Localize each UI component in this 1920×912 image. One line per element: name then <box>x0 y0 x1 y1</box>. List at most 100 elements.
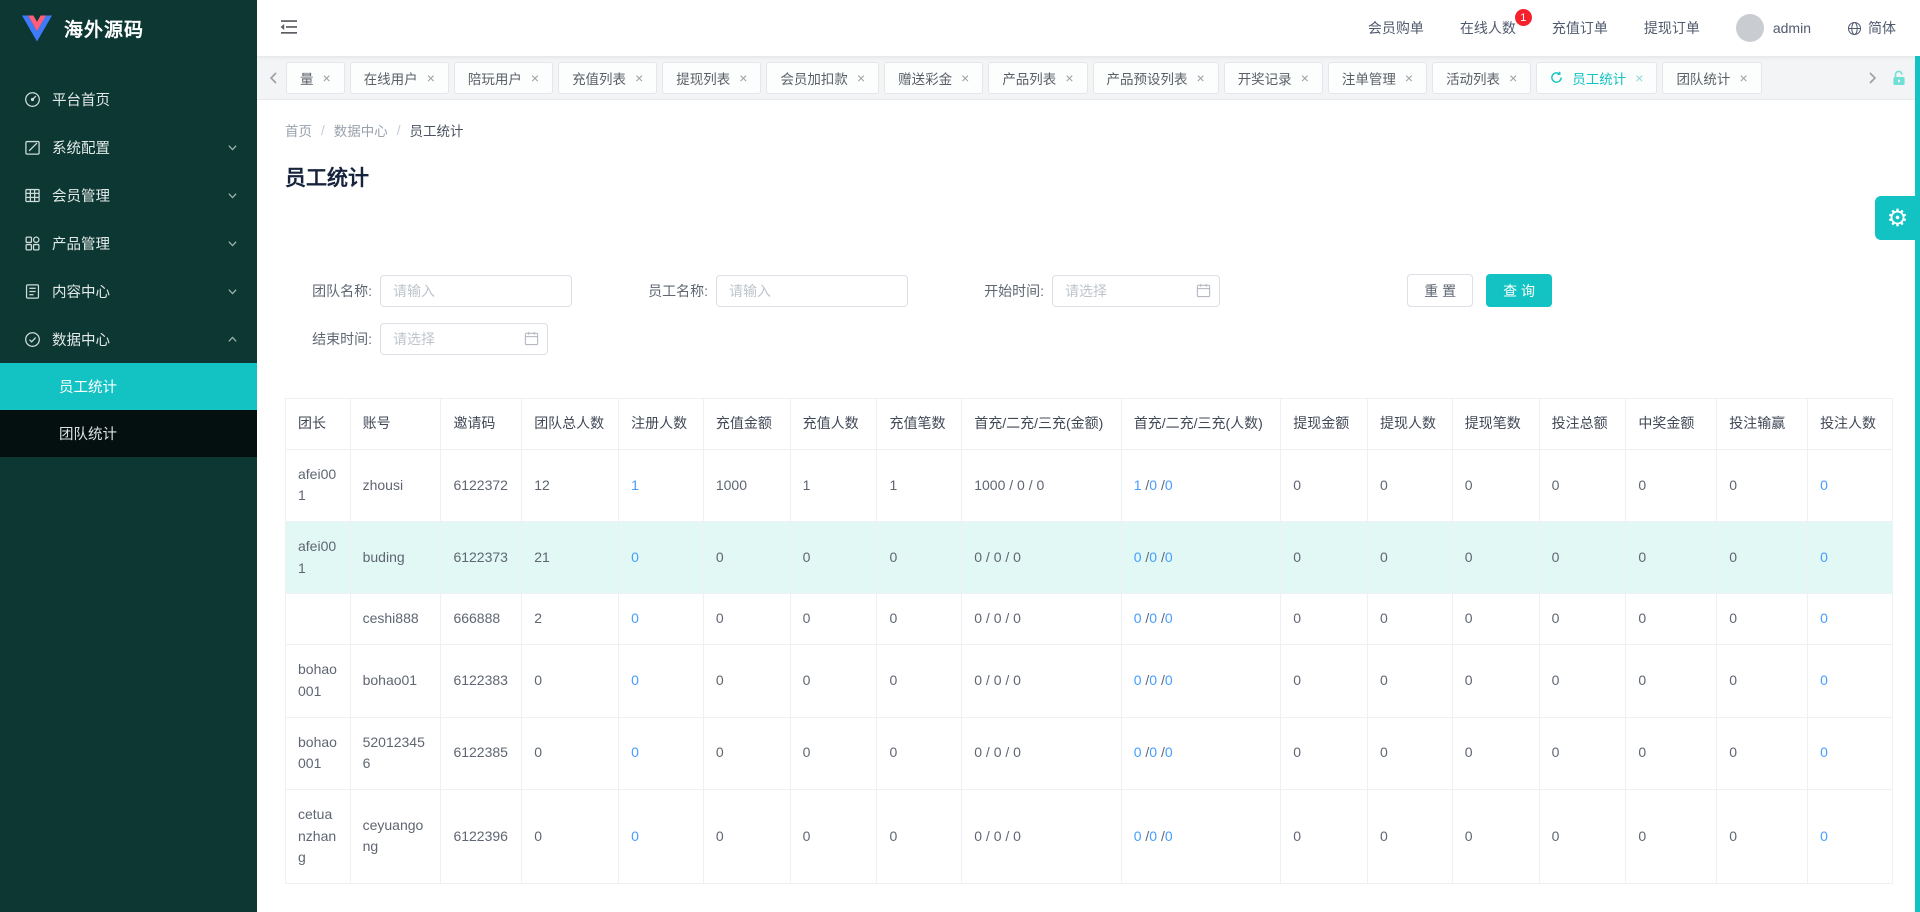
brand[interactable]: 海外源码 <box>0 0 257 56</box>
sidebar-item-平台首页[interactable]: 平台首页 <box>0 75 257 123</box>
submenu-item-员工统计[interactable]: 员工统计 <box>0 363 257 410</box>
close-icon[interactable]: × <box>1405 71 1413 85</box>
topnav-link-充值订单[interactable]: 充值订单 <box>1552 18 1608 38</box>
cell-邀请码: 666888 <box>441 594 522 645</box>
cell-link[interactable]: 0 <box>1820 744 1828 760</box>
close-icon[interactable]: × <box>739 71 747 85</box>
cell-link[interactable]: 0 <box>1149 744 1157 760</box>
sidebar-item-产品管理[interactable]: 产品管理 <box>0 219 257 267</box>
close-icon[interactable]: × <box>1301 71 1309 85</box>
topnav-link-在线人数[interactable]: 在线人数1 <box>1460 18 1516 38</box>
tab-产品预设列表[interactable]: 产品预设列表× <box>1093 62 1219 94</box>
cell-link[interactable]: 0 <box>1165 610 1173 626</box>
cell-link[interactable]: 0 <box>1149 828 1157 844</box>
cell-注册人数: 0 <box>619 594 704 645</box>
cell-充值金额: 0 <box>703 645 790 717</box>
language-switch[interactable]: 简体 <box>1847 18 1896 38</box>
close-icon[interactable]: × <box>857 71 865 85</box>
tab-会员加扣款[interactable]: 会员加扣款× <box>766 62 879 94</box>
cell-充值人数: 0 <box>790 789 877 883</box>
cell-link[interactable]: 0 <box>1134 828 1142 844</box>
cell-首充/二充/三充(人数): 0 /0 /0 <box>1121 717 1280 789</box>
close-icon[interactable]: × <box>1739 71 1747 85</box>
breadcrumb: 首页 / 数据中心 / 员工统计 <box>285 120 1892 140</box>
cell-link[interactable]: 0 <box>631 744 639 760</box>
search-button[interactable]: 查 询 <box>1486 274 1552 307</box>
cell-link[interactable]: 0 <box>1134 672 1142 688</box>
cell-link[interactable]: 0 <box>1165 672 1173 688</box>
sidebar-item-会员管理[interactable]: 会员管理 <box>0 171 257 219</box>
tab-充值列表[interactable]: 充值列表× <box>558 62 657 94</box>
tab-产品列表[interactable]: 产品列表× <box>988 62 1087 94</box>
close-icon[interactable]: × <box>1197 71 1205 85</box>
sidebar-item-系统配置[interactable]: 系统配置 <box>0 123 257 171</box>
sidebar-item-数据中心[interactable]: 数据中心 <box>0 315 257 363</box>
cell-link[interactable]: 0 <box>631 610 639 626</box>
cell-link[interactable]: 0 <box>1820 477 1828 493</box>
close-icon[interactable]: × <box>1509 71 1517 85</box>
menu-fold-icon[interactable] <box>279 17 301 39</box>
cell-link[interactable]: 0 <box>1820 549 1828 565</box>
cell-link[interactable]: 1 <box>1134 477 1142 493</box>
tab-赠送彩金[interactable]: 赠送彩金× <box>884 62 983 94</box>
gear-icon[interactable]: ⚙ <box>1875 196 1920 240</box>
cell-link[interactable]: 0 <box>1149 477 1157 493</box>
cell-link[interactable]: 0 <box>631 828 639 844</box>
sidebar-item-内容中心[interactable]: 内容中心 <box>0 267 257 315</box>
close-icon[interactable]: × <box>1635 71 1643 85</box>
close-icon[interactable]: × <box>961 71 969 85</box>
breadcrumb-section[interactable]: 数据中心 <box>334 120 388 140</box>
topnav-link-提现订单[interactable]: 提现订单 <box>1644 18 1700 38</box>
filter-end-time: 结束时间: <box>300 323 548 355</box>
tab-陪玩用户[interactable]: 陪玩用户× <box>454 62 553 94</box>
tab-scroll-left[interactable] <box>265 72 281 84</box>
tab-活动列表[interactable]: 活动列表× <box>1432 62 1531 94</box>
tab-注单管理[interactable]: 注单管理× <box>1328 62 1427 94</box>
breadcrumb-home[interactable]: 首页 <box>285 120 312 140</box>
cell-link[interactable]: 1 <box>631 477 639 493</box>
cell-link[interactable]: 0 <box>1820 610 1828 626</box>
close-icon[interactable]: × <box>635 71 643 85</box>
cell-link[interactable]: 0 <box>1149 672 1157 688</box>
cell-link[interactable]: 0 <box>1165 744 1173 760</box>
cell-separator: / <box>1157 477 1165 493</box>
close-icon[interactable]: × <box>427 71 435 85</box>
cell-link[interactable]: 0 <box>1149 610 1157 626</box>
refresh-icon[interactable] <box>1550 71 1563 84</box>
cell-link[interactable]: 0 <box>1134 744 1142 760</box>
tab-员工统计[interactable]: 员工统计× <box>1536 62 1657 94</box>
end-time-input[interactable] <box>380 323 548 355</box>
reset-button[interactable]: 重 置 <box>1407 274 1473 307</box>
cell-link[interactable]: 0 <box>1165 828 1173 844</box>
cell-link[interactable]: 0 <box>1134 610 1142 626</box>
tab-list: 量×在线用户×陪玩用户×充值列表×提现列表×会员加扣款×赠送彩金×产品列表×产品… <box>286 62 1762 94</box>
unlock-icon[interactable] <box>1890 69 1908 87</box>
close-icon[interactable]: × <box>323 71 331 85</box>
topnav-link-会员购单[interactable]: 会员购单 <box>1368 18 1424 38</box>
close-icon[interactable]: × <box>1065 71 1073 85</box>
cell-link[interactable]: 0 <box>1134 549 1142 565</box>
tab-量[interactable]: 量× <box>286 62 345 94</box>
cell-link[interactable]: 0 <box>1165 549 1173 565</box>
tab-开奖记录[interactable]: 开奖记录× <box>1224 62 1323 94</box>
cell-link[interactable]: 0 <box>1149 549 1157 565</box>
close-icon[interactable]: × <box>531 71 539 85</box>
cell-link[interactable]: 0 <box>631 672 639 688</box>
tab-团队统计[interactable]: 团队统计× <box>1662 62 1761 94</box>
cell-账号: buding <box>350 522 441 594</box>
table-header-row: 团长账号邀请码团队总人数注册人数充值金额充值人数充值笔数首充/二充/三充(金额)… <box>286 399 1893 450</box>
submenu-item-团队统计[interactable]: 团队统计 <box>0 410 257 457</box>
team-name-input[interactable] <box>380 275 572 307</box>
tab-scroll-right[interactable] <box>1864 72 1880 84</box>
filter-actions: 重 置 查 询 <box>1407 274 1552 307</box>
cell-充值笔数: 0 <box>877 645 962 717</box>
cell-link[interactable]: 0 <box>1165 477 1173 493</box>
cell-link[interactable]: 0 <box>1820 672 1828 688</box>
cell-link[interactable]: 0 <box>1820 828 1828 844</box>
start-time-input[interactable] <box>1052 275 1220 307</box>
user-menu[interactable]: admin <box>1736 14 1811 42</box>
tab-在线用户[interactable]: 在线用户× <box>350 62 449 94</box>
tab-提现列表[interactable]: 提现列表× <box>662 62 761 94</box>
cell-link[interactable]: 0 <box>631 549 639 565</box>
staff-name-input[interactable] <box>716 275 908 307</box>
